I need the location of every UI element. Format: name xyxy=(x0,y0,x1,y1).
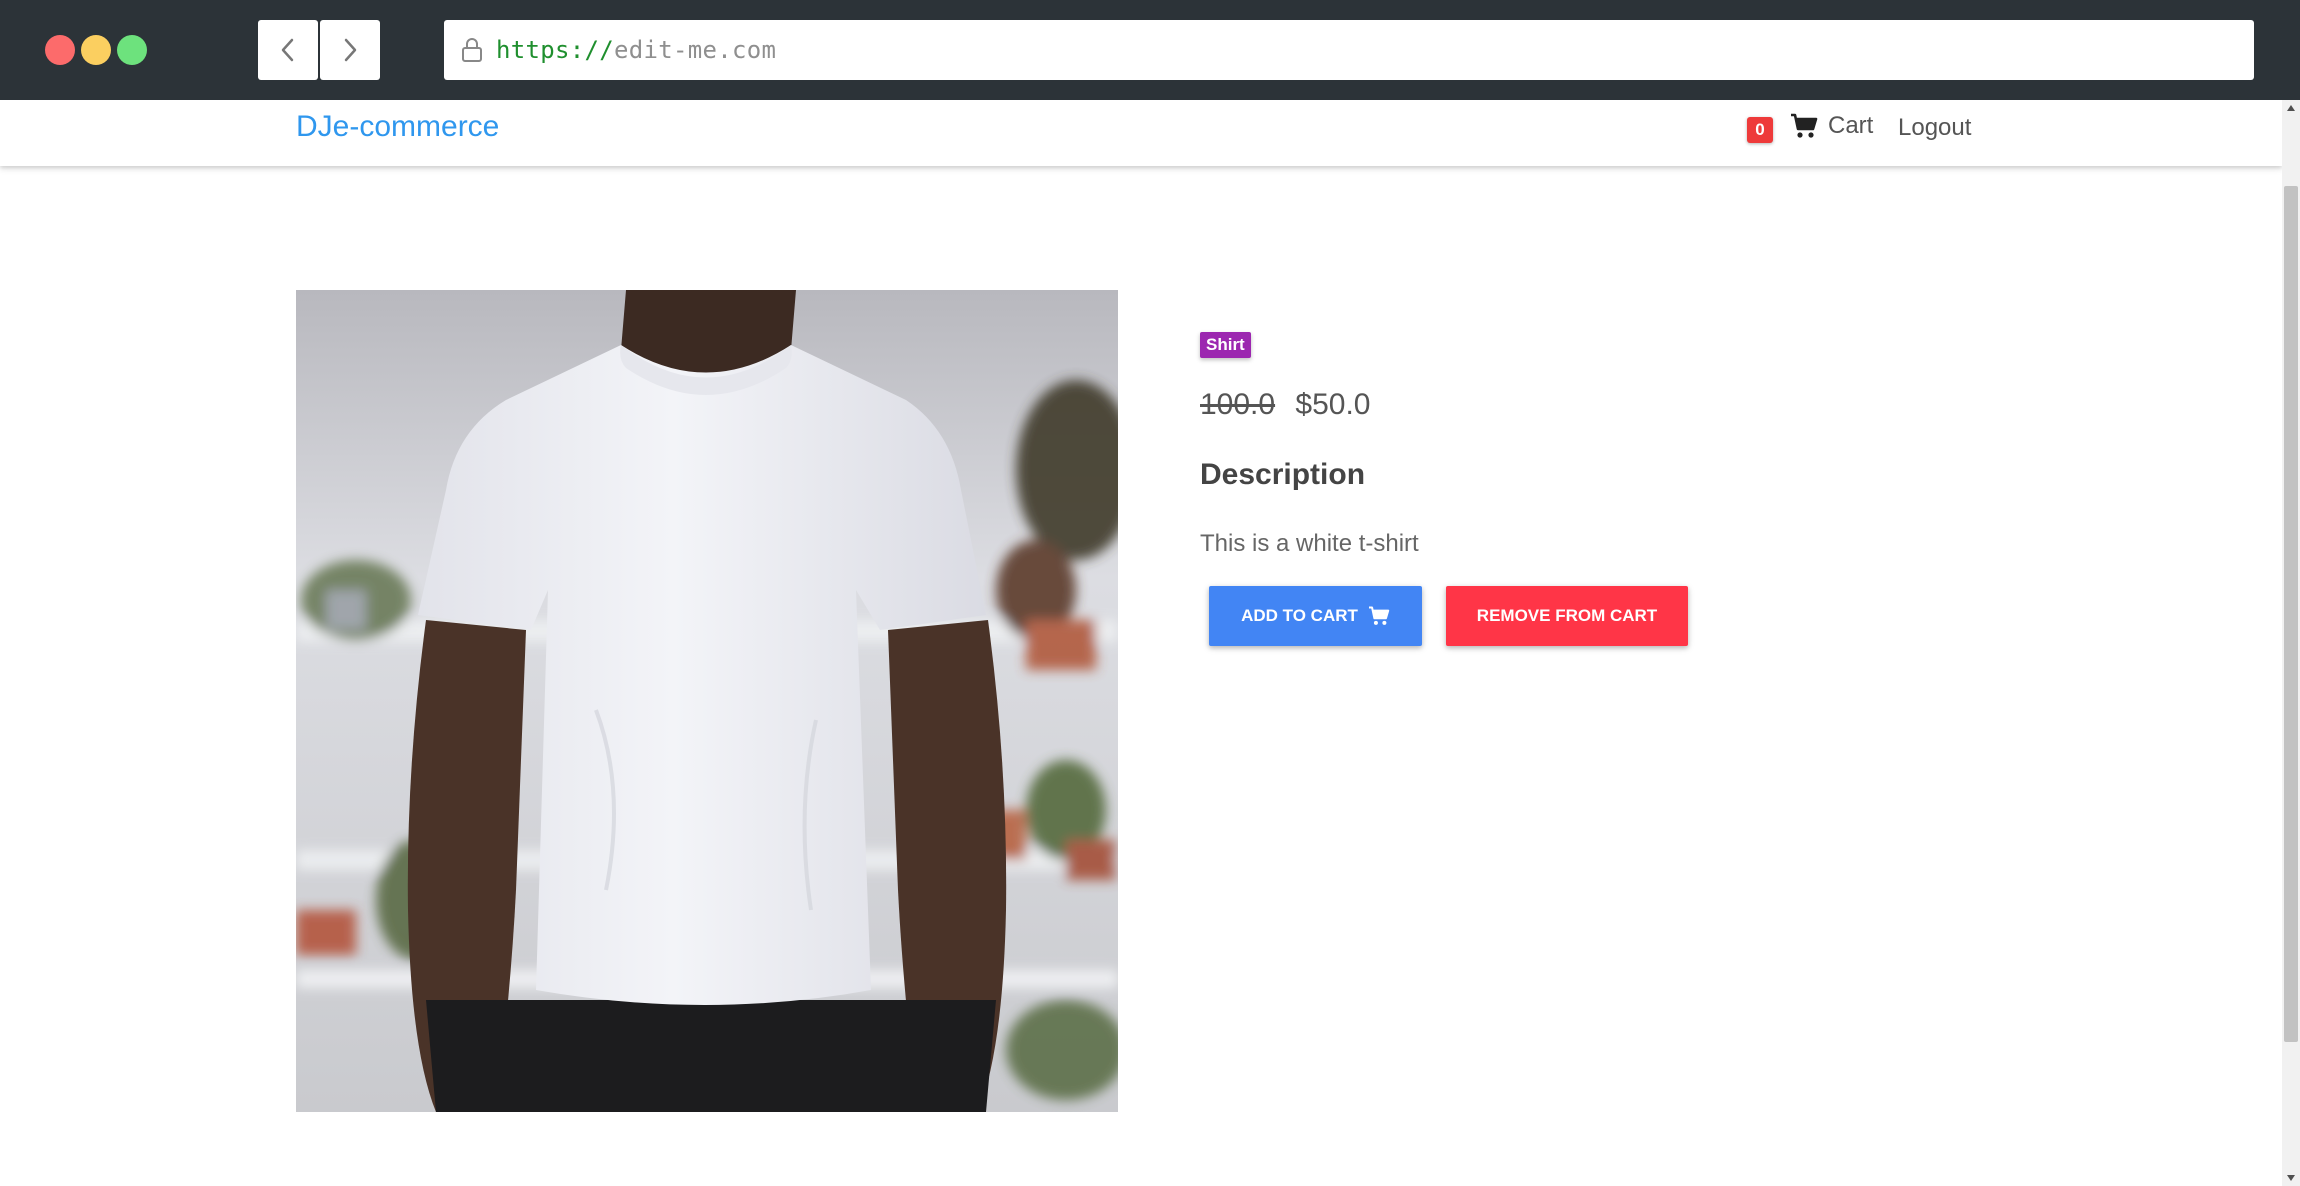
address-bar[interactable]: https://edit-me.com xyxy=(444,20,2254,80)
price-row: 100.0 $50.0 xyxy=(1200,388,1371,422)
url-text: https://edit-me.com xyxy=(496,36,776,64)
url-scheme: https:// xyxy=(496,36,614,64)
original-price: 100.0 xyxy=(1200,388,1276,421)
remove-from-cart-label: REMOVE FROM CART xyxy=(1476,606,1658,625)
minimize-window-button[interactable] xyxy=(81,35,111,65)
shopping-cart-icon xyxy=(1368,606,1390,625)
scroll-up-arrow-icon[interactable] xyxy=(2282,100,2300,116)
page-viewport: DJe-commerce 0 Cart Logout Shirt 100.0 $… xyxy=(0,100,2300,1186)
cart-count-badge: 0 xyxy=(1747,117,1773,143)
close-window-button[interactable] xyxy=(45,35,75,65)
back-button[interactable] xyxy=(258,20,318,80)
product-image xyxy=(296,290,1118,1112)
scroll-down-arrow-icon[interactable] xyxy=(2282,1170,2300,1186)
lock-icon xyxy=(454,32,490,68)
add-to-cart-label: ADD TO CART xyxy=(1241,606,1358,625)
cart-link[interactable]: Cart xyxy=(1790,112,1873,140)
page-scrollbar[interactable] xyxy=(2282,100,2300,1186)
remove-from-cart-button[interactable]: REMOVE FROM CART xyxy=(1446,586,1688,646)
shopping-cart-icon xyxy=(1791,113,1818,138)
scrollbar-thumb[interactable] xyxy=(2284,186,2298,1042)
site-navbar: DJe-commerce 0 Cart Logout xyxy=(0,100,2282,166)
logout-link[interactable]: Logout xyxy=(1898,114,1971,142)
description-heading: Description xyxy=(1200,458,1366,491)
description-text: This is a white t-shirt xyxy=(1200,530,1419,557)
chevron-right-icon xyxy=(344,38,357,62)
cart-label: Cart xyxy=(1828,112,1874,139)
sale-price: $50.0 xyxy=(1295,388,1371,421)
url-host: edit-me.com xyxy=(614,36,777,64)
browser-toolbar: https://edit-me.com xyxy=(0,0,2300,100)
category-badge: Shirt xyxy=(1200,332,1251,358)
chevron-left-icon xyxy=(281,38,294,62)
maximize-window-button[interactable] xyxy=(117,35,147,65)
brand-link[interactable]: DJe-commerce xyxy=(296,110,499,144)
forward-button[interactable] xyxy=(320,20,380,80)
add-to-cart-button[interactable]: ADD TO CART xyxy=(1209,586,1422,646)
